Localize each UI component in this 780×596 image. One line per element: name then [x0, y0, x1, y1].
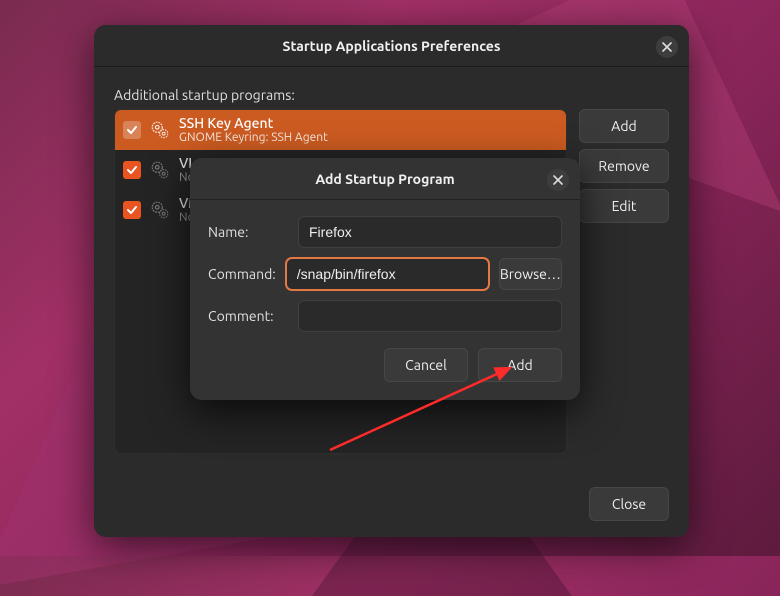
add-button[interactable]: Add [579, 109, 669, 143]
add-startup-program-dialog: Add Startup Program Name: Command: Brows… [190, 158, 580, 400]
list-item-ssh-agent[interactable]: SSH Key Agent GNOME Keyring: SSH Agent [115, 110, 566, 150]
window-close-button[interactable] [656, 36, 678, 58]
form-row-command: Command: Browse… [208, 258, 562, 290]
cancel-button[interactable]: Cancel [384, 348, 468, 382]
item-subtitle: GNOME Keyring: SSH Agent [179, 131, 328, 145]
gear-icon [149, 119, 171, 141]
item-checkbox[interactable] [123, 121, 141, 139]
form-row-comment: Comment: [208, 300, 562, 332]
dialog-title: Add Startup Program [315, 171, 454, 187]
dialog-titlebar: Add Startup Program [190, 158, 580, 200]
item-checkbox[interactable] [123, 201, 141, 219]
dialog-body: Name: Command: Browse… Comment: [190, 200, 580, 338]
close-icon [553, 175, 563, 185]
dialog-close-button[interactable] [547, 169, 569, 191]
dialog-add-button[interactable]: Add [478, 348, 562, 382]
command-label: Command: [208, 266, 276, 282]
window-titlebar: Startup Applications Preferences [94, 25, 689, 67]
side-button-column: Add Remove Edit [579, 109, 669, 454]
check-icon [126, 124, 138, 136]
check-icon [126, 164, 138, 176]
dialog-footer: Cancel Add [190, 338, 580, 400]
item-title: SSH Key Agent [179, 115, 328, 131]
check-icon [126, 204, 138, 216]
comment-label: Comment: [208, 308, 288, 324]
window-title: Startup Applications Preferences [283, 38, 501, 54]
close-icon [662, 42, 672, 52]
form-row-name: Name: [208, 216, 562, 248]
gear-icon [149, 199, 171, 221]
section-label: Additional startup programs: [114, 87, 669, 103]
edit-button[interactable]: Edit [579, 189, 669, 223]
item-checkbox[interactable] [123, 161, 141, 179]
comment-field[interactable] [298, 300, 562, 332]
browse-button[interactable]: Browse… [499, 258, 562, 290]
gear-icon [149, 159, 171, 181]
name-field[interactable] [298, 216, 562, 248]
window-footer: Close [94, 473, 689, 537]
remove-button[interactable]: Remove [579, 149, 669, 183]
command-field[interactable] [286, 258, 489, 290]
name-label: Name: [208, 224, 288, 240]
close-button[interactable]: Close [589, 487, 669, 521]
